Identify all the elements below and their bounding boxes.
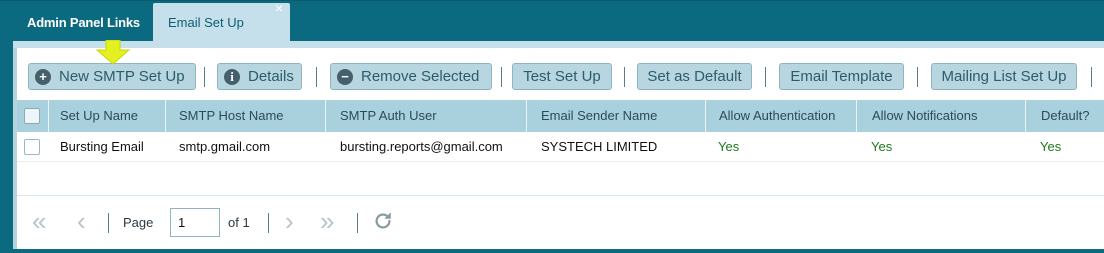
cell-allow-authentication: Yes [718,139,740,154]
first-page-icon[interactable]: « [32,208,46,234]
pager: « ‹ Page of 1 › » [17,195,1104,249]
previous-page-icon[interactable]: ‹ [77,208,86,234]
pager-separator [108,213,109,233]
test-setup-label: Test Set Up [523,68,601,85]
grid-header: Set Up Name SMTP Host Name SMTP Auth Use… [17,100,1104,132]
column-header-allow-notifications[interactable]: Allow Notifications [858,100,1026,132]
column-header-auth-user[interactable]: SMTP Auth User [327,100,527,132]
toolbar-separator [1091,67,1092,87]
column-header-setup-name[interactable]: Set Up Name [50,100,166,132]
cell-allow-notifications: Yes [871,139,893,154]
mailing-list-setup-label: Mailing List Set Up [941,68,1067,85]
tab-email-set-up-label: Email Set Up [168,15,244,30]
minus-circle-icon: − [337,69,353,85]
tab-bar: Admin Panel Links Email Set Up × [0,0,1104,42]
cell-smtp-host: smtp.gmail.com [179,139,271,154]
details-label: Details [248,68,294,85]
column-header-default[interactable]: Default? [1027,100,1104,132]
content-top-strip [13,41,1104,48]
select-all-cell [17,100,49,132]
pager-separator [357,213,358,233]
select-all-checkbox[interactable] [24,108,40,124]
set-as-default-button[interactable]: Set as Default [637,63,752,90]
toolbar-separator [624,67,625,87]
next-page-icon[interactable]: › [285,208,294,234]
page-count-label: of 1 [228,215,250,230]
last-page-icon[interactable]: » [320,208,334,234]
toolbar: + New SMTP Set Up i Details − Remove Sel… [17,52,1104,96]
tab-admin-panel-links[interactable]: Admin Panel Links [13,3,152,42]
info-circle-icon: i [224,69,240,85]
mailing-list-setup-button[interactable]: Mailing List Set Up [931,63,1077,90]
pointer-arrow-icon [96,40,130,64]
new-smtp-setup-label: New SMTP Set Up [59,68,185,85]
toolbar-separator [765,67,766,87]
remove-selected-button[interactable]: − Remove Selected [330,63,492,90]
set-as-default-label: Set as Default [647,68,742,85]
cell-default: Yes [1040,139,1062,154]
email-setup-window: Admin Panel Links Email Set Up × + New S… [0,0,1104,253]
remove-selected-label: Remove Selected [361,68,480,85]
refresh-icon[interactable] [372,210,394,232]
toolbar-separator [204,67,205,87]
table-row[interactable]: Bursting Email smtp.gmail.com bursting.r… [17,132,1104,162]
tab-close-icon[interactable]: × [275,0,283,28]
test-setup-button[interactable]: Test Set Up [512,63,612,90]
column-header-sender-name[interactable]: Email Sender Name [528,100,706,132]
cell-setup-name: Bursting Email [60,139,144,154]
page-label: Page [123,215,154,230]
plus-circle-icon: + [35,69,51,85]
column-header-smtp-host[interactable]: SMTP Host Name [167,100,326,132]
pager-separator [268,213,269,233]
details-button[interactable]: i Details [217,63,302,90]
new-smtp-setup-button[interactable]: + New SMTP Set Up [28,63,196,90]
email-template-button[interactable]: Email Template [779,63,904,90]
cell-auth-user: bursting.reports@gmail.com [340,139,503,154]
tab-email-set-up[interactable]: Email Set Up × [153,0,290,42]
cell-sender-name: SYSTECH LIMITED [541,139,658,154]
page-number-input[interactable] [170,208,220,237]
toolbar-separator [501,67,502,87]
toolbar-separator [316,67,317,87]
row-checkbox[interactable] [24,139,40,155]
toolbar-separator [917,67,918,87]
column-header-allow-authentication[interactable]: Allow Authentication [707,100,857,132]
email-template-label: Email Template [790,68,893,85]
